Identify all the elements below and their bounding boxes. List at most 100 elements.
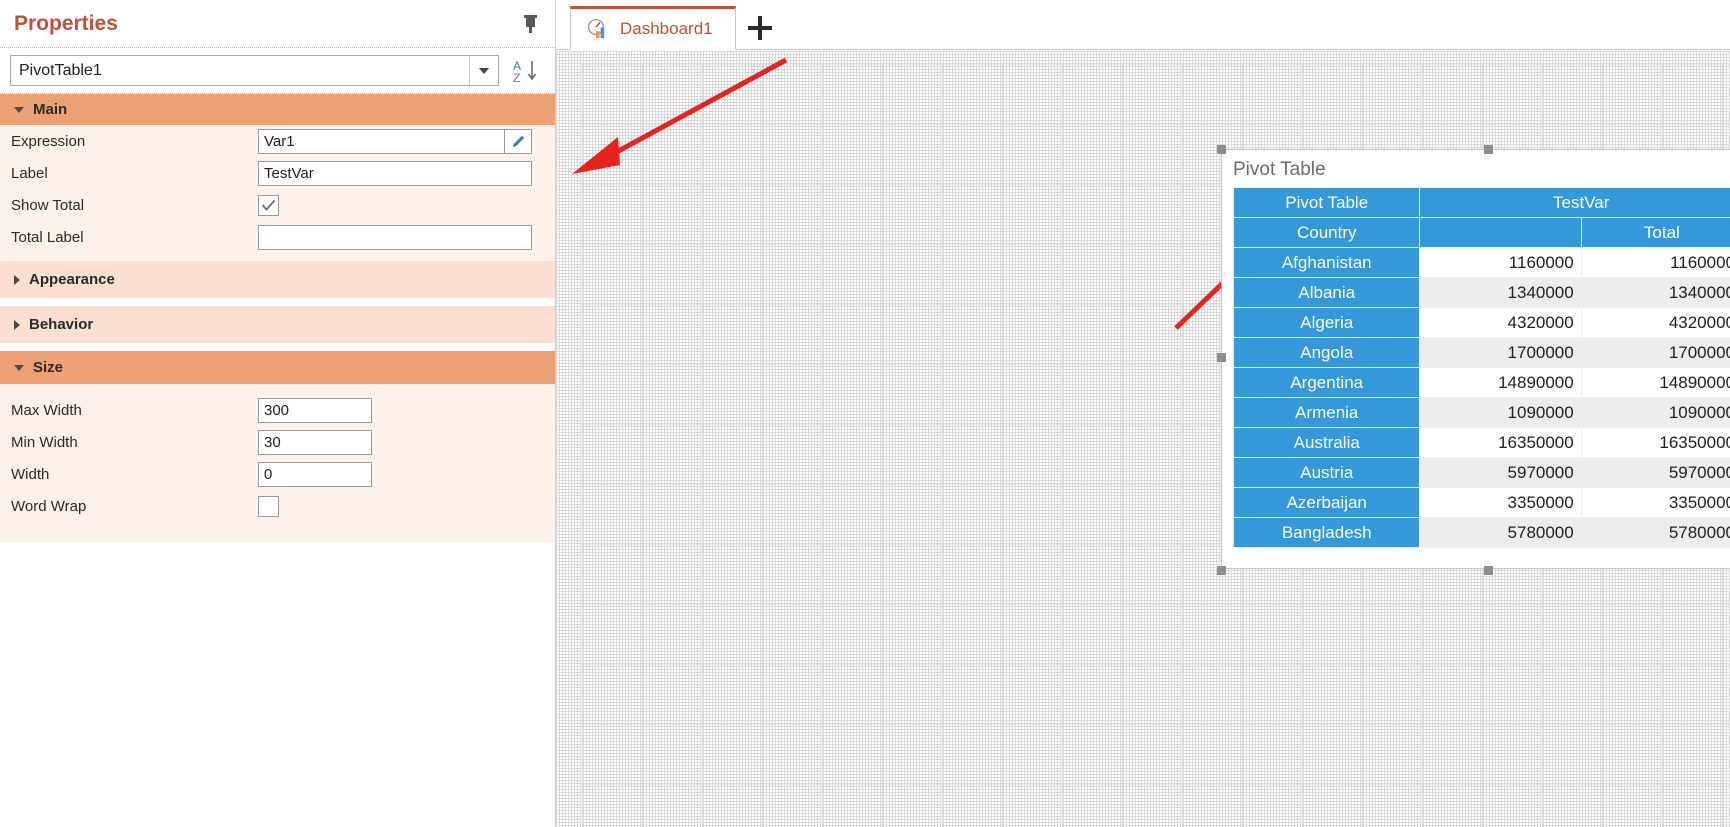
pivot-cell-value: 1700000 bbox=[1419, 337, 1582, 368]
pivot-cell-total: 14890000 bbox=[1580, 367, 1730, 398]
property-row-max-width: Max Width 300 bbox=[0, 394, 555, 426]
object-selector-row: PivotTable1 A Z bbox=[0, 48, 555, 94]
property-row-show-total: Show Total bbox=[0, 189, 555, 221]
resize-handle-top-left[interactable] bbox=[1217, 145, 1226, 154]
min-width-input[interactable]: 30 bbox=[258, 429, 372, 455]
table-row[interactable]: Argentina 14890000 14890000 bbox=[1232, 367, 1730, 398]
table-row[interactable]: Australia 16350000 16350000 bbox=[1232, 427, 1730, 458]
tab-label: Dashboard1 bbox=[620, 19, 713, 38]
pivot-cell-country: Armenia bbox=[1232, 397, 1421, 428]
group-header-label: Size bbox=[33, 359, 64, 376]
canvas-area: Dashboard1 Pivot Table Pivot Table TestV… bbox=[556, 0, 1730, 827]
width-input[interactable]: 0 bbox=[258, 461, 372, 487]
total-label-input[interactable] bbox=[258, 224, 532, 250]
pivot-cell-country: Albania bbox=[1232, 277, 1421, 308]
pivot-cell-value: 5970000 bbox=[1419, 457, 1582, 488]
app-root: Properties PivotTable1 A Z Main Expressi… bbox=[0, 0, 1730, 827]
chevron-right-icon bbox=[14, 274, 20, 285]
spacer bbox=[0, 343, 555, 351]
object-selector-combo[interactable]: PivotTable1 bbox=[10, 55, 499, 86]
pivot-row-header: Country bbox=[1232, 217, 1421, 248]
word-wrap-checkbox[interactable] bbox=[258, 495, 279, 517]
pivot-cell-value: 14890000 bbox=[1419, 367, 1582, 398]
pivot-cell-total: 1340000 bbox=[1580, 277, 1730, 308]
pivot-total-header: Total bbox=[1580, 217, 1730, 248]
pivot-table[interactable]: Pivot Table TestVar Country Total Afghan… bbox=[1232, 187, 1730, 548]
pivot-cell-country: Azerbaijan bbox=[1232, 487, 1421, 518]
resize-handle-middle-left[interactable] bbox=[1217, 353, 1226, 362]
properties-panel: Properties PivotTable1 A Z Main Expressi… bbox=[0, 0, 556, 827]
group-header-appearance[interactable]: Appearance bbox=[0, 261, 555, 298]
pivot-cell-country: Afghanistan bbox=[1232, 247, 1421, 278]
property-row-total-label: Total Label bbox=[0, 221, 555, 253]
tab-dashboard1[interactable]: Dashboard1 bbox=[570, 6, 736, 50]
pivot-cell-total: 4320000 bbox=[1580, 307, 1730, 338]
pivot-cell-value: 1340000 bbox=[1419, 277, 1582, 308]
pin-icon[interactable] bbox=[521, 13, 541, 35]
sort-az-icon[interactable]: A Z bbox=[507, 54, 545, 88]
group-header-label: Behavior bbox=[29, 316, 94, 333]
property-label: Total Label bbox=[11, 228, 84, 246]
pivot-corner-header: Pivot Table bbox=[1232, 187, 1421, 218]
property-row-expression: Expression Var1 bbox=[0, 125, 555, 157]
chevron-down-icon[interactable] bbox=[469, 56, 498, 85]
property-row-label: Label TestVar bbox=[0, 157, 555, 189]
max-width-input[interactable]: 300 bbox=[258, 397, 372, 423]
group-body-size: Max Width 300 Min Width 30 Width 0 Word … bbox=[0, 384, 555, 542]
pivot-cell-total: 1700000 bbox=[1580, 337, 1730, 368]
resize-handle-top-middle[interactable] bbox=[1484, 145, 1493, 154]
table-row[interactable]: Afghanistan 1160000 1160000 bbox=[1232, 247, 1730, 278]
pivot-cell-total: 1160000 bbox=[1580, 247, 1730, 278]
show-total-checkbox[interactable] bbox=[258, 194, 279, 216]
property-label: Max Width bbox=[11, 401, 82, 419]
pivot-cell-value: 3350000 bbox=[1419, 487, 1582, 518]
pivot-cell-total: 16350000 bbox=[1580, 427, 1730, 458]
group-header-main[interactable]: Main bbox=[0, 94, 555, 125]
table-row[interactable]: Austria 5970000 5970000 bbox=[1232, 457, 1730, 488]
add-tab-button[interactable] bbox=[736, 6, 784, 50]
table-row[interactable]: Armenia 1090000 1090000 bbox=[1232, 397, 1730, 428]
expression-edit-button[interactable] bbox=[505, 128, 532, 154]
properties-panel-header: Properties bbox=[0, 0, 555, 48]
svg-text:Z: Z bbox=[513, 71, 520, 84]
pivot-cell-country: Argentina bbox=[1232, 367, 1421, 398]
group-header-size[interactable]: Size bbox=[0, 351, 555, 384]
table-header-row: Pivot Table TestVar bbox=[1232, 187, 1730, 218]
group-header-behavior[interactable]: Behavior bbox=[0, 306, 555, 343]
label-input[interactable]: TestVar bbox=[258, 160, 532, 186]
pivot-cell-total: 5780000 bbox=[1580, 517, 1730, 548]
object-selector-value: PivotTable1 bbox=[19, 61, 102, 79]
pivot-cell-country: Austria bbox=[1232, 457, 1421, 488]
chevron-down-icon bbox=[14, 364, 24, 371]
property-row-min-width: Min Width 30 bbox=[0, 426, 555, 458]
pivot-cell-value: 1090000 bbox=[1419, 397, 1582, 428]
table-row[interactable]: Albania 1340000 1340000 bbox=[1232, 277, 1730, 308]
table-row[interactable]: Angola 1700000 1700000 bbox=[1232, 337, 1730, 368]
pivot-blank-header bbox=[1419, 217, 1582, 248]
pivot-column-group-header: TestVar bbox=[1419, 187, 1730, 218]
resize-handle-bottom-left[interactable] bbox=[1217, 566, 1226, 575]
table-row[interactable]: Azerbaijan 3350000 3350000 bbox=[1232, 487, 1730, 518]
pivot-cell-total: 5970000 bbox=[1580, 457, 1730, 488]
page-title: Properties bbox=[14, 11, 118, 35]
table-row[interactable]: Bangladesh 5780000 5780000 bbox=[1232, 517, 1730, 548]
pivot-cell-total: 1090000 bbox=[1580, 397, 1730, 428]
pivot-cell-country: Angola bbox=[1232, 337, 1421, 368]
dashboard-chart-icon bbox=[587, 18, 605, 38]
pivot-cell-country: Bangladesh bbox=[1232, 517, 1421, 548]
pivot-table-widget[interactable]: Pivot Table Pivot Table TestVar Country … bbox=[1217, 145, 1730, 575]
table-subheader-row: Country Total bbox=[1232, 217, 1730, 248]
pivot-cell-country: Australia bbox=[1232, 427, 1421, 458]
expression-input[interactable]: Var1 bbox=[258, 128, 505, 154]
property-label: Show Total bbox=[11, 196, 85, 214]
property-label: Expression bbox=[11, 132, 86, 150]
property-label: Word Wrap bbox=[11, 497, 87, 515]
pivot-cell-country: Algeria bbox=[1232, 307, 1421, 338]
property-row-word-wrap: Word Wrap bbox=[0, 490, 555, 522]
pivot-cell-value: 16350000 bbox=[1419, 427, 1582, 458]
resize-handle-bottom-middle[interactable] bbox=[1484, 566, 1493, 575]
pivot-cell-value: 1160000 bbox=[1419, 247, 1582, 278]
table-row[interactable]: Algeria 4320000 4320000 bbox=[1232, 307, 1730, 338]
chevron-right-icon bbox=[14, 319, 20, 330]
pivot-widget-title: Pivot Table bbox=[1233, 159, 1326, 180]
